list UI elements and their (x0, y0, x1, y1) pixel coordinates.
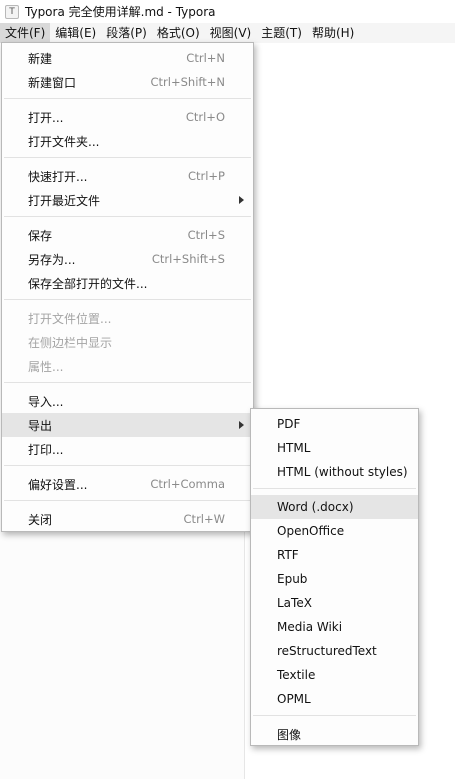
export-pdf[interactable]: PDF (251, 412, 418, 436)
submenu-arrow-icon (239, 421, 244, 429)
menu-item-label: HTML (without styles) (277, 465, 408, 479)
menu-item-label: OpenOffice (277, 524, 345, 538)
menu-item-label: 偏好设置... (28, 477, 88, 492)
menu-edit[interactable]: 编辑(E) (50, 23, 101, 43)
menu-separator (4, 299, 251, 300)
export-html[interactable]: HTML (251, 436, 418, 460)
menu-item-shortcut: Ctrl+N (186, 51, 225, 65)
menu-item-label: 打印... (28, 442, 64, 457)
file-menu-quick-open[interactable]: 快速打开... Ctrl+P (2, 164, 253, 188)
export-image[interactable]: 图像 (251, 722, 418, 746)
file-menu-import[interactable]: 导入... (2, 389, 253, 413)
menu-item-label: 打开文件位置... (28, 311, 112, 326)
file-menu-close[interactable]: 关闭 Ctrl+W (2, 507, 253, 531)
menu-item-shortcut: Ctrl+Shift+N (150, 75, 225, 89)
export-rtf[interactable]: RTF (251, 543, 418, 567)
menu-item-shortcut: Ctrl+S (187, 228, 225, 242)
menu-item-label: 另存为... (28, 252, 76, 267)
menu-item-label: Media Wiki (277, 620, 343, 634)
file-menu-dropdown: 新建 Ctrl+N 新建窗口 Ctrl+Shift+N 打开... Ctrl+O… (1, 42, 254, 532)
file-menu-save[interactable]: 保存 Ctrl+S (2, 223, 253, 247)
menu-item-label: OPML (277, 692, 311, 706)
menu-item-shortcut: Ctrl+P (187, 169, 225, 183)
file-menu-preferences[interactable]: 偏好设置... Ctrl+Comma (2, 472, 253, 496)
export-latex[interactable]: LaTeX (251, 591, 418, 615)
menu-item-label: 打开文件夹... (28, 134, 100, 149)
export-openoffice[interactable]: OpenOffice (251, 519, 418, 543)
menu-view[interactable]: 视图(V) (205, 23, 257, 43)
typora-app-icon: T (5, 4, 19, 19)
export-html-without-styles[interactable]: HTML (without styles) (251, 460, 418, 484)
file-menu-new[interactable]: 新建 Ctrl+N (2, 46, 253, 70)
menu-item-label: Epub (277, 572, 308, 586)
file-menu-print[interactable]: 打印... (2, 437, 253, 461)
menu-separator (4, 157, 251, 158)
menu-item-label: Word (.docx) (277, 500, 354, 514)
export-media-wiki[interactable]: Media Wiki (251, 615, 418, 639)
submenu-arrow-icon (239, 196, 244, 204)
menu-separator (4, 500, 251, 501)
menu-item-label: RTF (277, 548, 299, 562)
menu-item-label: 导出 (28, 418, 53, 433)
file-menu-properties: 属性... (2, 354, 253, 378)
export-epub[interactable]: Epub (251, 567, 418, 591)
menu-item-label: 快速打开... (28, 169, 88, 184)
menu-separator (4, 382, 251, 383)
menu-format[interactable]: 格式(O) (152, 23, 205, 43)
file-menu-export[interactable]: 导出 (2, 413, 253, 437)
menu-help[interactable]: 帮助(H) (307, 23, 359, 43)
file-menu-save-all[interactable]: 保存全部打开的文件... (2, 271, 253, 295)
window-title: Typora 完全使用详解.md - Typora (25, 5, 216, 19)
menu-item-label: 保存 (28, 228, 53, 243)
menu-item-shortcut: Ctrl+Comma (150, 477, 225, 491)
menu-separator (253, 715, 416, 716)
file-menu-reveal-in-sidebar: 在侧边栏中显示 (2, 330, 253, 354)
menu-item-label: PDF (277, 417, 301, 431)
menu-item-shortcut: Ctrl+W (183, 512, 225, 526)
menu-file[interactable]: 文件(F) (0, 23, 51, 43)
menu-item-label: 属性... (28, 359, 64, 374)
menu-separator (253, 488, 416, 489)
menu-item-shortcut: Ctrl+O (185, 110, 225, 124)
menu-bar: 文件(F) 编辑(E) 段落(P) 格式(O) 视图(V) 主题(T) 帮助(H… (0, 23, 455, 43)
title-bar: T Typora 完全使用详解.md - Typora (0, 0, 455, 23)
menu-item-label: 新建窗口 (28, 75, 77, 90)
menu-theme[interactable]: 主题(T) (256, 23, 307, 43)
menu-item-label: LaTeX (277, 596, 312, 610)
menu-item-label: 在侧边栏中显示 (28, 335, 113, 350)
file-menu-new-window[interactable]: 新建窗口 Ctrl+Shift+N (2, 70, 253, 94)
menu-paragraph[interactable]: 段落(P) (101, 23, 152, 43)
export-opml[interactable]: OPML (251, 687, 418, 711)
menu-item-label: 导入... (28, 394, 64, 409)
menu-separator (4, 465, 251, 466)
menu-item-label: 图像 (277, 727, 302, 742)
export-restructuredtext[interactable]: reStructuredText (251, 639, 418, 663)
menu-item-label: HTML (277, 441, 311, 455)
menu-item-label: 新建 (28, 51, 53, 66)
menu-item-label: 关闭 (28, 512, 53, 527)
export-submenu: PDF HTML HTML (without styles) Word (.do… (250, 408, 419, 746)
menu-separator (4, 98, 251, 99)
file-menu-open[interactable]: 打开... Ctrl+O (2, 105, 253, 129)
file-menu-open-folder[interactable]: 打开文件夹... (2, 129, 253, 153)
export-textile[interactable]: Textile (251, 663, 418, 687)
export-word-docx[interactable]: Word (.docx) (251, 495, 418, 519)
menu-item-label: reStructuredText (277, 644, 377, 658)
menu-item-label: 保存全部打开的文件... (28, 276, 148, 291)
file-menu-open-location: 打开文件位置... (2, 306, 253, 330)
menu-item-label: 打开... (28, 110, 64, 125)
file-menu-open-recent[interactable]: 打开最近文件 (2, 188, 253, 212)
file-menu-save-as[interactable]: 另存为... Ctrl+Shift+S (2, 247, 253, 271)
menu-item-label: 打开最近文件 (28, 193, 101, 208)
menu-separator (4, 216, 251, 217)
menu-item-shortcut: Ctrl+Shift+S (151, 252, 225, 266)
menu-item-label: Textile (277, 668, 316, 682)
